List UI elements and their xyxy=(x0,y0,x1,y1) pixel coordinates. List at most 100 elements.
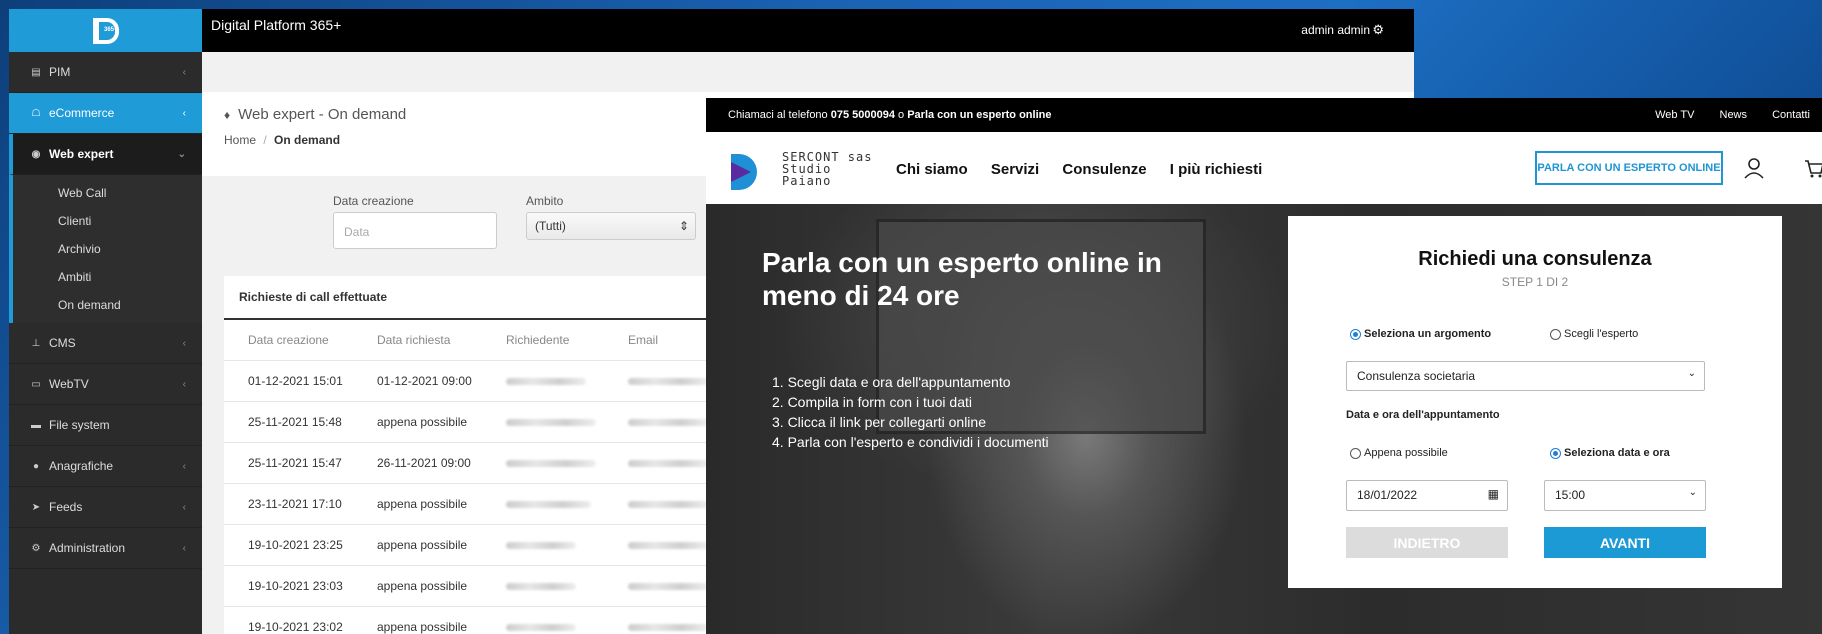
blurred-name xyxy=(506,456,628,470)
logo-icon: 365+ xyxy=(92,17,119,44)
user-menu[interactable]: admin admin xyxy=(1301,23,1370,37)
app-logo[interactable]: 365+ xyxy=(9,9,202,52)
sidebar-item-web-expert[interactable]: ◉ Web expert ⌄ xyxy=(9,134,202,175)
step-item: 4. Parla con l'esperto e condividi i doc… xyxy=(772,434,1049,450)
sidebar-item-label: eCommerce xyxy=(49,106,115,120)
subnav-item-web-call[interactable]: Web Call xyxy=(13,179,202,207)
talk-to-expert-button[interactable]: PARLA CON UN ESPERTO ONLINE xyxy=(1535,151,1723,185)
headset-icon: ◉ xyxy=(31,148,41,160)
cart-icon: ☖ xyxy=(31,107,41,119)
form-step: STEP 1 DI 2 xyxy=(1501,275,1569,289)
form-title: Richiedi una consulenza xyxy=(1418,248,1652,270)
users-icon: ● xyxy=(32,460,40,472)
cell-created: 01-12-2021 15:01 xyxy=(248,374,343,388)
sidebar-item-label: Anagrafiche xyxy=(49,459,114,473)
sidebar-item-file-system[interactable]: ▬ File system xyxy=(9,405,202,446)
main-nav: Chi siamo Servizi Consulenze I più richi… xyxy=(896,161,1281,178)
cell-requested: appena possibile xyxy=(377,620,468,634)
datetime-label: Data e ora dell'appuntamento xyxy=(1346,409,1500,421)
cell-created: 23-11-2021 17:10 xyxy=(248,497,342,511)
gear-icon: ⚙ xyxy=(31,542,41,554)
chevron-down-icon: ⌄ xyxy=(177,148,186,160)
radio-choose-expert[interactable]: Scegli l'esperto xyxy=(1550,328,1638,340)
contact-line: Chiamaci al telefono 075 5000094 o Parla… xyxy=(728,109,1052,121)
sidebar-item-administration[interactable]: ⚙ Administration ‹ xyxy=(9,528,202,569)
sidebar-item-pim[interactable]: ▤ PIM ‹ xyxy=(9,52,202,93)
topic-select[interactable]: Consulenza societaria ⌄ xyxy=(1346,361,1705,391)
sidebar-item-webtv[interactable]: ▭ WebTV ‹ xyxy=(9,364,202,405)
sidebar-item-label: WebTV xyxy=(49,377,89,391)
chevron-left-icon: ‹ xyxy=(182,337,186,349)
next-button[interactable]: AVANTI xyxy=(1544,527,1706,558)
back-button[interactable]: INDIETRO xyxy=(1346,527,1508,558)
sidebar-item-label: Feeds xyxy=(49,500,83,514)
select-arrows-icon: ⇕ xyxy=(678,219,689,233)
sidebar-item-label: PIM xyxy=(49,65,71,79)
sidebar-item-anagrafiche[interactable]: ● Anagrafiche ‹ xyxy=(9,446,202,487)
user-icon[interactable] xyxy=(1744,157,1764,179)
link-webtv[interactable]: Web TV xyxy=(1655,109,1694,121)
nav-consulenze[interactable]: Consulenze xyxy=(1062,161,1146,178)
link-contatti[interactable]: Contatti xyxy=(1772,109,1810,121)
radio-asap[interactable]: Appena possibile xyxy=(1350,447,1448,459)
breadcrumb: Home / On demand xyxy=(224,133,340,147)
sitemap-icon: ⊥ xyxy=(31,337,41,349)
time-select[interactable]: 15:00 ⌄ xyxy=(1544,480,1706,511)
date-input[interactable]: 18/01/2022 ▦ xyxy=(1346,480,1508,511)
cell-requested: appena possibile xyxy=(377,415,468,429)
top-bar: Digital Platform 365+ admin admin ⚙ xyxy=(202,9,1414,52)
subnav-item-on-demand[interactable]: On demand xyxy=(13,291,202,319)
phone-number[interactable]: 075 5000094 xyxy=(831,109,895,121)
column-header[interactable]: Data richiesta xyxy=(377,333,506,347)
radio-select-datetime[interactable]: Seleziona data e ora xyxy=(1550,447,1670,459)
bell-icon: ♦ xyxy=(224,108,231,122)
chevron-left-icon: ‹ xyxy=(182,542,186,554)
sidebar-item-ecommerce[interactable]: ☖ eCommerce ‹ xyxy=(9,93,202,134)
breadcrumb-home[interactable]: Home xyxy=(224,133,256,147)
sidebar-item-feeds[interactable]: ➤ Feeds ‹ xyxy=(9,487,202,528)
expert-link[interactable]: Parla con un esperto online xyxy=(907,109,1051,121)
blurred-name xyxy=(506,415,628,429)
site-logo-icon[interactable] xyxy=(731,154,771,190)
ambito-filter-select[interactable]: (Tutti) ⇕ xyxy=(526,212,696,240)
radio-select-topic[interactable]: Seleziona un argomento xyxy=(1350,328,1491,340)
sidebar-item-label: CMS xyxy=(49,336,76,350)
settings-gear-icon[interactable]: ⚙ xyxy=(1372,22,1384,38)
subnav-item-ambiti[interactable]: Ambiti xyxy=(13,263,202,291)
link-news[interactable]: News xyxy=(1720,109,1748,121)
subnav-item-archivio[interactable]: Archivio xyxy=(13,235,202,263)
chevron-left-icon: ‹ xyxy=(182,378,186,390)
website-window: Chiamaci al telefono 075 5000094 o Parla… xyxy=(706,98,1822,634)
nav-servizi[interactable]: Servizi xyxy=(991,161,1039,178)
site-topbar: Chiamaci al telefono 075 5000094 o Parla… xyxy=(706,98,1822,132)
cell-requested: appena possibile xyxy=(377,497,468,511)
cell-requested: appena possibile xyxy=(377,538,468,552)
chevron-down-icon: ⌄ xyxy=(1688,487,1697,498)
ambito-filter-label: Ambito xyxy=(526,194,564,208)
subnav-item-clienti[interactable]: Clienti xyxy=(13,207,202,235)
site-logo-text[interactable]: SERCONT sas Studio Paiano xyxy=(782,151,872,187)
calendar-icon[interactable]: ▦ xyxy=(1488,487,1499,501)
database-icon: ▤ xyxy=(31,66,41,78)
monitor-icon: ▭ xyxy=(31,378,41,390)
cart-icon[interactable] xyxy=(1804,157,1822,179)
chevron-down-icon: ⌄ xyxy=(1687,368,1696,379)
column-header[interactable]: Data creazione xyxy=(248,333,377,347)
blurred-name xyxy=(506,579,628,593)
chevron-left-icon: ‹ xyxy=(182,501,186,513)
column-header[interactable]: Richiedente xyxy=(506,333,628,347)
hero-title: Parla con un esperto online in meno di 2… xyxy=(762,247,1162,311)
nav-chi-siamo[interactable]: Chi siamo xyxy=(896,161,968,178)
sidebar-item-cms[interactable]: ⊥ CMS ‹ xyxy=(9,323,202,364)
folder-icon: ▬ xyxy=(31,419,41,431)
cell-requested: appena possibile xyxy=(377,579,468,593)
nav-piu-richiesti[interactable]: I più richiesti xyxy=(1170,161,1263,178)
cell-created: 19-10-2021 23:02 xyxy=(248,620,343,634)
rocket-icon: ➤ xyxy=(31,501,41,513)
breadcrumb-separator: / xyxy=(263,133,267,147)
step-item: 3. Clicca il link per collegarti online xyxy=(772,414,986,430)
date-filter-input[interactable]: Data xyxy=(333,212,497,249)
steps-list: 1. Scegli data e ora dell'appuntamento 2… xyxy=(772,372,1049,452)
step-item: 2. Compila in form con i tuoi dati xyxy=(772,394,972,410)
cell-requested: 01-12-2021 09:00 xyxy=(377,374,472,388)
